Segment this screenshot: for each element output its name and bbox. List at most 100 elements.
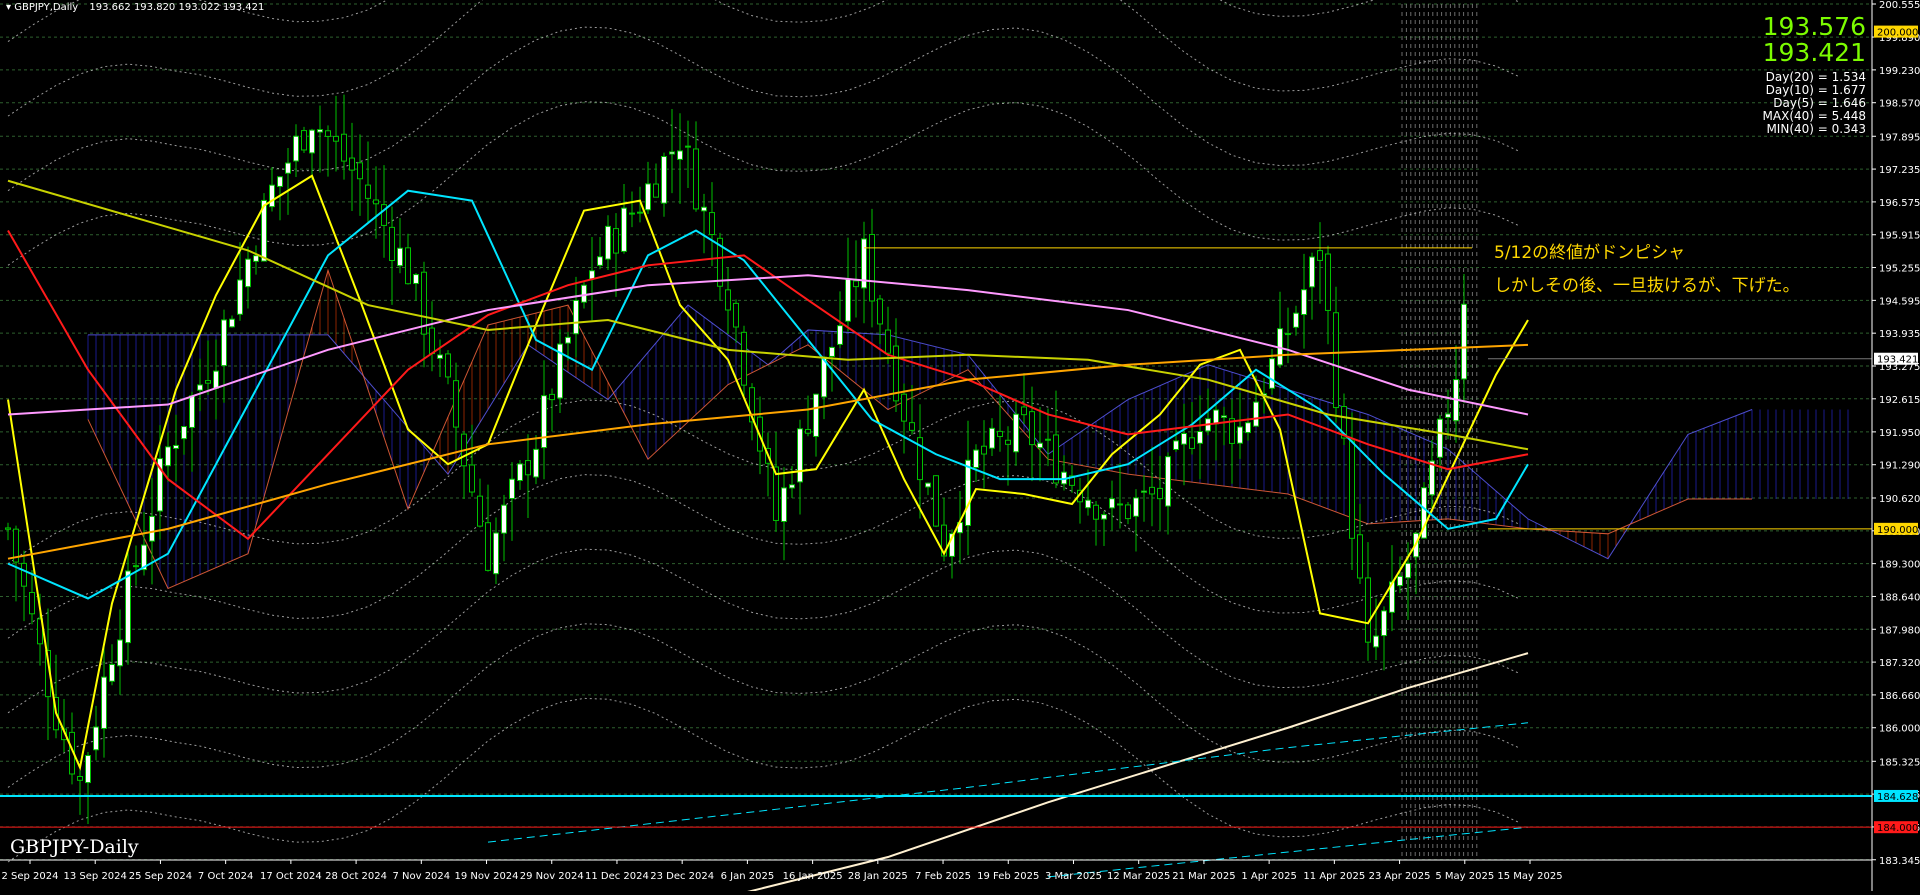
candle-bear xyxy=(1029,411,1035,446)
candle-bear xyxy=(389,226,395,261)
candle-bear xyxy=(5,527,11,530)
collapse-triangle-icon[interactable]: ▾ xyxy=(6,2,11,13)
candle-bear xyxy=(1125,504,1131,520)
candle-bull xyxy=(637,211,643,214)
price-tick-label: 186.660 xyxy=(1879,691,1920,702)
candle-bull xyxy=(1309,256,1315,288)
candle-bear xyxy=(357,162,363,180)
candle-bull xyxy=(1221,415,1227,418)
candle-bull xyxy=(293,135,299,162)
chart-window[interactable]: 200.555 199.890 199.230 198.570 197.895 197.2… xyxy=(0,0,1920,895)
candle-bull xyxy=(1237,426,1243,444)
candle-bull xyxy=(1381,610,1387,637)
candle-bull xyxy=(437,354,443,359)
price-label-text: 190.000 xyxy=(1877,525,1918,536)
price-chart[interactable]: 200.555199.890199.230198.570197.895197.2… xyxy=(0,0,1920,895)
candle-bull xyxy=(925,482,931,488)
candle-bull xyxy=(285,162,291,174)
candle-bull xyxy=(1165,456,1171,507)
price-tick-label: 194.595 xyxy=(1879,296,1920,307)
candle-bull xyxy=(189,395,195,428)
candle-bull xyxy=(1429,460,1435,496)
candle-bull xyxy=(645,183,651,211)
chart-watermark: GBPJPY-Daily xyxy=(10,836,139,858)
annotation-line-2: しかしその後、一旦抜けるが、下げた。 xyxy=(1494,276,1800,296)
candle-bear xyxy=(453,380,459,428)
candle-bull xyxy=(989,427,995,449)
candle-bear xyxy=(1093,504,1099,520)
candle-bear xyxy=(653,183,659,198)
candle-bull xyxy=(1213,409,1219,425)
candle-bull xyxy=(1037,442,1043,449)
candle-bear xyxy=(341,133,347,162)
candle-bear xyxy=(349,157,355,171)
time-tick-label: 11 Apr 2025 xyxy=(1303,871,1365,882)
candle-bull xyxy=(1269,358,1275,389)
price-tick-label: 193.935 xyxy=(1879,329,1920,340)
price-tick-label: 195.915 xyxy=(1879,231,1920,242)
candle-bull xyxy=(165,446,171,467)
candle-bear xyxy=(373,199,379,205)
time-tick-label: 25 Sep 2024 xyxy=(129,871,192,882)
candle-bull xyxy=(629,212,635,215)
chart-header: ▾ GBPJPY,Daily 193.662 193.820 193.022 1… xyxy=(6,2,264,13)
time-tick-label: 13 Sep 2024 xyxy=(64,871,127,882)
candle-bull xyxy=(101,676,107,729)
candle-bull xyxy=(517,463,523,482)
candle-bear xyxy=(525,460,531,476)
candle-bull xyxy=(1085,499,1091,509)
price-tick-label: 199.230 xyxy=(1879,66,1920,77)
candle-bull xyxy=(1437,418,1443,458)
candle-bull xyxy=(781,487,787,522)
quote-panel: 193.576 193.421 Day(20) = 1.534 Day(10) … xyxy=(1763,14,1866,136)
candle-bull xyxy=(965,459,971,526)
candle-bear xyxy=(693,148,699,210)
price-tick-label: 195.255 xyxy=(1879,264,1920,275)
candle-bull xyxy=(1141,490,1147,493)
candle-bull xyxy=(701,206,707,212)
candle-bull xyxy=(677,150,683,160)
candle-bull xyxy=(213,370,219,389)
candle-bull xyxy=(1445,413,1451,418)
candle-bull xyxy=(181,426,187,440)
candle-bear xyxy=(1005,439,1011,445)
candle-bull xyxy=(93,726,99,751)
candle-bull xyxy=(1133,497,1139,517)
price-tick-label: 187.320 xyxy=(1879,658,1920,669)
price-tick-label: 188.640 xyxy=(1879,592,1920,603)
candle-bull xyxy=(117,639,123,667)
candle-bear xyxy=(869,233,875,302)
time-tick-label: 5 May 2025 xyxy=(1435,871,1494,882)
candle-bear xyxy=(1021,406,1027,416)
candle-bull xyxy=(597,256,603,266)
candle-bull xyxy=(1397,575,1403,587)
candle-bear xyxy=(29,591,35,615)
candle-bull xyxy=(797,428,803,483)
candle-bull xyxy=(1301,289,1307,315)
candle-bear xyxy=(885,329,891,354)
candle-bull xyxy=(1013,413,1019,453)
symbol-title: GBPJPY,Daily xyxy=(14,2,79,13)
candle-bull xyxy=(789,484,795,489)
candle-bull xyxy=(845,278,851,322)
candle-bear xyxy=(365,184,371,199)
candle-bull xyxy=(413,274,419,284)
candle-bull xyxy=(173,444,179,449)
candle-bull xyxy=(661,156,667,204)
candle-bull xyxy=(605,225,611,260)
candle-bear xyxy=(981,445,987,455)
candle-bull xyxy=(1373,635,1379,648)
candle-bull xyxy=(829,346,835,357)
candle-bear xyxy=(997,430,1003,438)
candle-bear xyxy=(1317,250,1323,261)
annotation-line-1: 5/12の終値がドンピシャ xyxy=(1494,243,1686,263)
price-tick-label: 183.345 xyxy=(1879,856,1920,867)
time-tick-label: 2 Sep 2024 xyxy=(1,871,58,882)
candle-bull xyxy=(589,270,595,280)
candle-bear xyxy=(805,428,811,434)
time-tick-label: 16 Jan 2025 xyxy=(783,871,843,882)
time-tick-label: 11 Dec 2024 xyxy=(585,871,649,882)
price-tick-label: 189.300 xyxy=(1879,560,1920,571)
time-tick-label: 23 Apr 2025 xyxy=(1369,871,1431,882)
candle-bull xyxy=(397,247,403,267)
